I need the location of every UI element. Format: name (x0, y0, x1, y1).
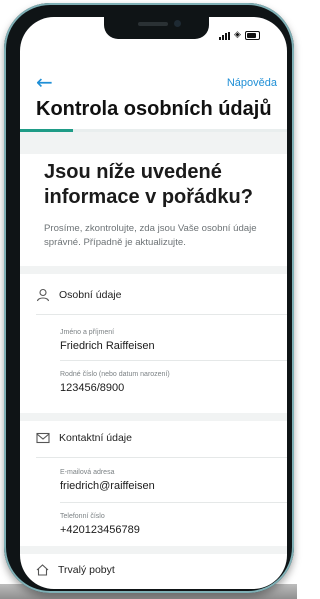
field-birth-number[interactable]: Rodné číslo (nebo datum narození) 123456… (60, 371, 170, 394)
field-value: Friedrich Raiffeisen (60, 340, 155, 352)
field-value: 123456/8900 (60, 382, 125, 394)
back-arrow-icon[interactable]: ← (36, 72, 53, 92)
speaker-grille (138, 22, 168, 26)
intro-headline: Jsou níže uvedené informace v pořádku? (44, 161, 253, 208)
field-phone[interactable]: Telefonní číslo +420123456789 (60, 513, 140, 536)
separator-line (60, 360, 287, 361)
app-screen: ← Nápověda Kontrola osobních údajů Jsou … (20, 17, 287, 589)
phone-notch (104, 16, 209, 39)
section-contact-title: Kontaktní údaje (59, 432, 132, 444)
envelope-icon (36, 432, 50, 444)
home-icon (36, 564, 49, 576)
separator-line (36, 314, 287, 315)
top-nav: ← Nápověda (20, 72, 287, 95)
battery-icon (244, 31, 260, 40)
section-divider (20, 546, 287, 554)
field-value: friedrich@raiffeisen (60, 480, 155, 492)
field-label: Jméno a příjmení (60, 329, 115, 336)
field-label: Telefonní číslo (60, 513, 105, 520)
section-divider (20, 266, 287, 274)
phone-frame: ◈ ← Nápověda Kontrola osobních údajů Jso… (4, 3, 294, 593)
page-title: Kontrola osobních údajů (36, 98, 272, 120)
field-value: +420123456789 (60, 524, 140, 536)
section-residence-header[interactable]: Trvalý pobyt (36, 564, 115, 576)
separator-line (36, 457, 287, 458)
field-full-name[interactable]: Jméno a příjmení Friedrich Raiffeisen (60, 329, 155, 352)
header-band (20, 132, 287, 154)
section-divider (20, 413, 287, 421)
wifi-icon: ◈ (234, 30, 241, 40)
separator-line (60, 502, 287, 503)
section-personal-title: Osobní údaje (59, 289, 122, 301)
person-icon (36, 288, 50, 302)
field-label: Rodné číslo (nebo datum narození) (60, 371, 170, 378)
signal-icon (219, 31, 230, 40)
field-label: E-mailová adresa (60, 469, 115, 476)
field-email[interactable]: E-mailová adresa friedrich@raiffeisen (60, 469, 155, 492)
help-link[interactable]: Nápověda (227, 77, 277, 89)
intro-description: Prosíme, zkontrolujte, zda jsou Vaše oso… (44, 223, 257, 248)
section-residence-title: Trvalý pobyt (58, 564, 115, 576)
section-personal-header: Osobní údaje (36, 288, 121, 302)
camera-icon (174, 20, 181, 27)
status-bar: ◈ (219, 31, 260, 40)
section-contact-header: Kontaktní údaje (36, 432, 132, 444)
